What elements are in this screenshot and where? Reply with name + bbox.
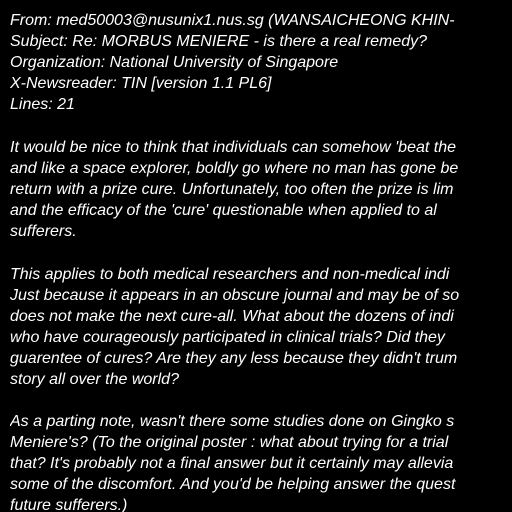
body-line: and like a space explorer, boldly go whe… — [10, 160, 459, 177]
newsgroup-post: From: med50003@nusunix1.nus.sg (WANSAICH… — [0, 0, 512, 512]
body-line: some of the discomfort. And you'd be hel… — [10, 476, 456, 493]
body-line: future sufferers.) — [10, 497, 128, 512]
header-newsreader: X-Newsreader: TIN [version 1.1 PL6] — [10, 75, 272, 92]
body-line: As a parting note, wasn't there some stu… — [10, 413, 455, 430]
body-line: does not make the next cure-all. What ab… — [10, 308, 454, 325]
body-line: This applies to both medical researchers… — [10, 266, 450, 283]
body-line: and the efficacy of the 'cure' questiona… — [10, 202, 437, 219]
body-line: return with a prize cure. Unfortunately,… — [10, 181, 454, 198]
header-subject: Subject: Re: MORBUS MENIERE - is there a… — [10, 33, 428, 50]
body-line: guarentee of cures? Are they any less be… — [10, 350, 458, 367]
body-line: Just because it appears in an obscure jo… — [10, 287, 460, 304]
header-organization: Organization: National University of Sin… — [10, 54, 339, 71]
body-line: sufferers. — [10, 223, 77, 240]
header-from: From: med50003@nusunix1.nus.sg (WANSAICH… — [10, 12, 455, 29]
header-lines: Lines: 21 — [10, 96, 75, 113]
body-line: It would be nice to think that individua… — [10, 139, 456, 156]
body-line: Meniere's? (To the original poster : wha… — [10, 434, 449, 451]
body-line: who have courageously participated in cl… — [10, 329, 445, 346]
body-line: story all over the world? — [10, 371, 179, 388]
body-line: that? It's probably not a final answer b… — [10, 455, 454, 472]
